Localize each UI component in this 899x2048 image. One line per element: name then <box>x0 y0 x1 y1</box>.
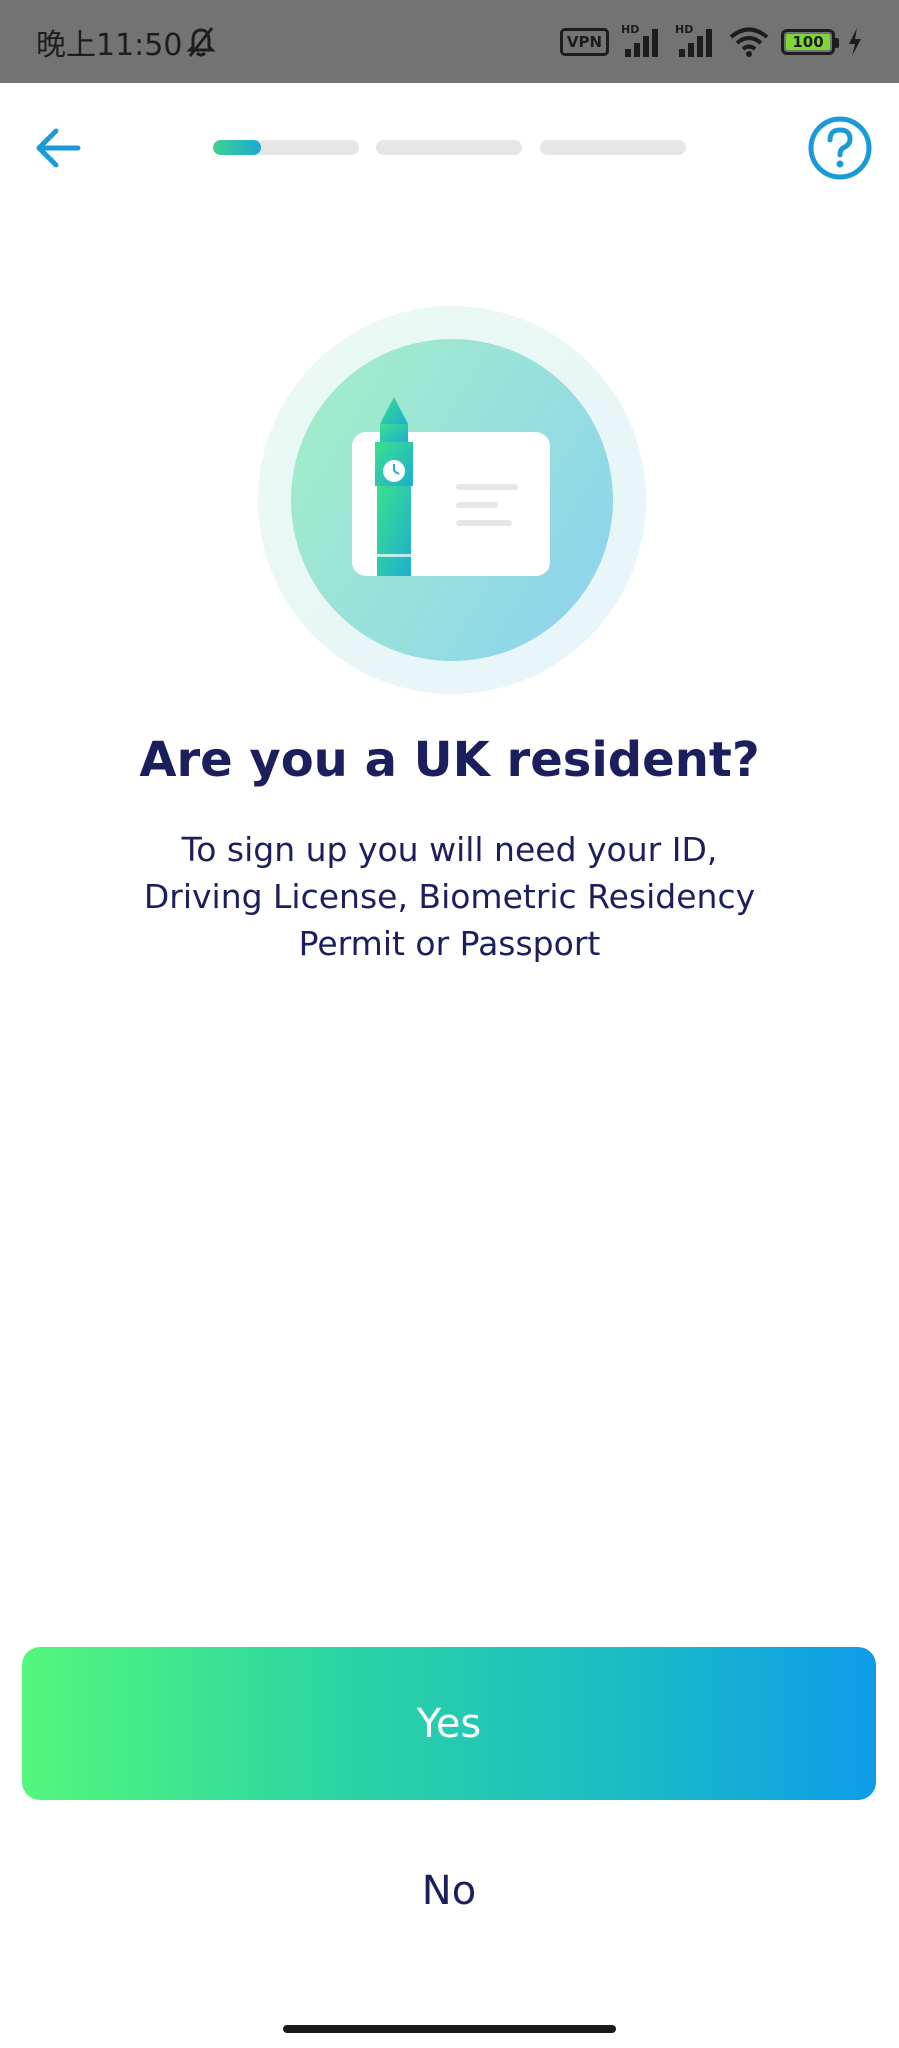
screen: 晚上11:50 VPN HD HD 100 Are you a UK resid… <box>0 0 899 2048</box>
question-circle-icon <box>808 116 872 180</box>
arrow-left-icon <box>36 128 81 168</box>
back-button[interactable] <box>30 118 90 178</box>
progress-step-1-fill <box>213 140 262 155</box>
charging-bolt-icon <box>849 27 861 56</box>
progress-step-1 <box>213 140 359 155</box>
uk-id-illustration <box>258 306 646 694</box>
page-title: Are you a UK resident? <box>139 732 760 788</box>
big-ben-id-card-icon <box>258 306 646 694</box>
yes-button[interactable]: Yes <box>22 1647 876 1800</box>
home-indicator <box>283 2025 616 2033</box>
progress-step-3 <box>540 140 686 155</box>
page-subtitle: To sign up you will need your ID, Drivin… <box>143 830 756 963</box>
vpn-badge: VPN <box>559 27 609 56</box>
step-progress <box>213 140 687 155</box>
signal-hd-label-2: HD <box>675 22 694 36</box>
wifi-icon <box>729 27 769 57</box>
no-button[interactable]: No <box>22 1836 876 1946</box>
help-button[interactable] <box>806 114 874 182</box>
battery-icon: 100 <box>781 28 839 55</box>
battery-level: 100 <box>786 33 830 51</box>
signal-icon-2: HD <box>675 22 717 59</box>
bell-muted-icon <box>186 26 217 57</box>
signal-icon-1: HD <box>621 22 663 59</box>
status-right: VPN HD HD 100 <box>559 22 863 59</box>
status-left: 晚上11:50 <box>36 20 217 64</box>
status-time: 晚上11:50 <box>36 27 183 63</box>
signal-hd-label-1: HD <box>621 22 640 36</box>
status-bar: 晚上11:50 VPN HD HD 100 <box>0 0 899 83</box>
progress-step-2 <box>376 140 522 155</box>
